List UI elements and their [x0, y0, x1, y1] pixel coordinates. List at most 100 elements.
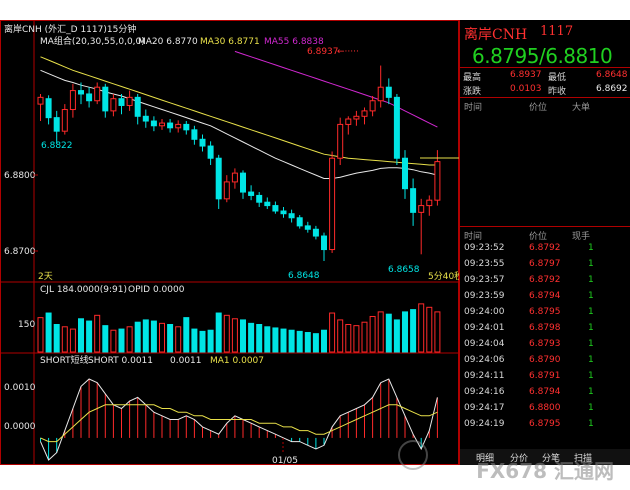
- candle-body: [369, 100, 376, 112]
- ticks-header-price: 价位: [529, 232, 548, 242]
- candle-body: [167, 122, 174, 129]
- volume-bar: [142, 319, 149, 353]
- trading-terminal: 离岸CNH (外汇_D 1117)15分钟 MA组合(20,30,55,0,0,…: [0, 20, 630, 465]
- candle-body: [353, 115, 360, 120]
- candle-body: [321, 235, 327, 251]
- candle-body: [199, 138, 206, 147]
- tick-time: 09:24:11: [464, 371, 505, 381]
- candle-body: [183, 123, 190, 131]
- date-axis-label: 01/05: [272, 456, 298, 465]
- tick-row[interactable]: 09:24:04 6.8793 1: [460, 339, 630, 355]
- tick-row[interactable]: 09:24:19 6.8795 1: [460, 419, 630, 435]
- cjl-label: CJL 184.0000(9:91): [40, 285, 127, 295]
- candle-body: [337, 123, 344, 159]
- tick-row[interactable]: 09:23:52 6.8792 1: [460, 243, 630, 259]
- tick-row[interactable]: 09:24:16 6.8794 1: [460, 387, 630, 403]
- volume-bar: [167, 324, 174, 353]
- divider: [460, 97, 630, 98]
- candle-body: [385, 86, 392, 98]
- tick-price: 6.8794: [529, 291, 561, 301]
- tick-price: 6.8790: [529, 355, 561, 365]
- volume-bar: [37, 317, 44, 353]
- short-title: SHORT短线: [40, 354, 89, 366]
- short-indicator: [40, 378, 438, 461]
- volume-bar: [191, 328, 198, 353]
- volume-bar: [337, 319, 344, 353]
- volume-bar: [296, 330, 303, 353]
- tick-row[interactable]: 09:23:59 6.8794 1: [460, 291, 630, 307]
- tick-row[interactable]: 09:24:00 6.8795 1: [460, 307, 630, 323]
- candle-body: [264, 201, 271, 207]
- volume-bar: [369, 315, 376, 353]
- candle-body: [69, 90, 76, 111]
- candle-body: [280, 210, 287, 215]
- tick-price: 6.8795: [529, 307, 561, 317]
- tick-volume: 1: [588, 275, 594, 285]
- candle-body: [191, 129, 198, 140]
- tick-volume: 1: [588, 387, 594, 397]
- candle-body: [150, 120, 157, 127]
- period-right-label: 5分40秒: [428, 270, 459, 282]
- upper-header-price: 价位: [529, 103, 548, 113]
- short-value: SHORT 0.0011: [88, 356, 153, 366]
- volume-bar: [426, 306, 433, 353]
- tick-time: 09:24:17: [464, 403, 505, 413]
- tick-volume: 1: [588, 323, 594, 333]
- period-left-label: 2天: [38, 272, 53, 282]
- tick-row[interactable]: 09:23:55 6.8797 1: [460, 259, 630, 275]
- volume-bar: [215, 312, 222, 353]
- moving-average-lines: [40, 50, 438, 179]
- tick-volume: 1: [588, 307, 594, 317]
- candle-body: [86, 93, 93, 102]
- ma30-line: [40, 56, 438, 166]
- candle-body: [215, 157, 222, 200]
- volume-bar: [231, 318, 238, 353]
- volume-bar: [410, 309, 417, 353]
- candle-body: [118, 98, 125, 106]
- tick-time: 09:24:01: [464, 323, 505, 333]
- tick-row[interactable]: 09:24:01 6.8798 1: [460, 323, 630, 339]
- tick-volume: 1: [588, 371, 594, 381]
- tick-row[interactable]: 09:24:06 6.8790 1: [460, 355, 630, 371]
- low-price-marker-2: 6.8658: [388, 265, 420, 275]
- candle-body: [393, 96, 400, 159]
- tick-time: 09:24:19: [464, 419, 505, 429]
- candle-body: [361, 110, 368, 117]
- candle-body: [418, 205, 425, 213]
- candlestick-chart[interactable]: 离岸CNH (外汇_D 1117)15分钟 MA组合(20,30,55,0,0,…: [0, 20, 459, 465]
- candle-body: [304, 225, 311, 230]
- volume-bar: [377, 311, 384, 353]
- tick-row[interactable]: 09:24:11 6.8791 1: [460, 371, 630, 387]
- chart-title: 离岸CNH (外汇_D 1117)15分钟: [4, 23, 136, 35]
- tick-price: 6.8798: [529, 323, 561, 333]
- tick-row[interactable]: 09:24:17 6.8800 1: [460, 403, 630, 419]
- volume-bar: [94, 314, 101, 353]
- candle-body: [410, 188, 417, 213]
- watermark: FX678 汇通网: [476, 459, 614, 483]
- candle-body: [102, 86, 109, 112]
- tick-volume: 1: [588, 259, 594, 269]
- ma1-line: [40, 404, 438, 443]
- volume-bar: [61, 326, 68, 353]
- watermark-logo-icon: [398, 440, 428, 470]
- candle-body: [240, 172, 246, 193]
- volume-bar: [321, 329, 327, 353]
- volume-bar: [134, 321, 141, 353]
- candle-body: [426, 199, 433, 207]
- tick-row[interactable]: 09:23:57 6.8792 1: [460, 275, 630, 291]
- candle-body: [78, 90, 84, 95]
- high-price-arrow: ←·····: [337, 47, 359, 57]
- stat-prevclose-value: 6.8692: [596, 84, 628, 94]
- volume-bar: [175, 326, 182, 353]
- volume-tick-150: 150: [18, 320, 35, 330]
- tick-volume: 1: [588, 291, 594, 301]
- tick-volume: 1: [588, 355, 594, 365]
- tick-time: 09:24:04: [464, 339, 505, 349]
- tick-volume: 1: [588, 419, 594, 429]
- tick-time: 09:24:06: [464, 355, 505, 365]
- volume-bar: [86, 320, 93, 353]
- opid-label: OPID 0.0000: [128, 285, 185, 295]
- short-value-2: 0.0011: [170, 356, 202, 366]
- ma20-label: MA20 6.8770: [138, 37, 198, 47]
- volume-bar: [223, 314, 230, 353]
